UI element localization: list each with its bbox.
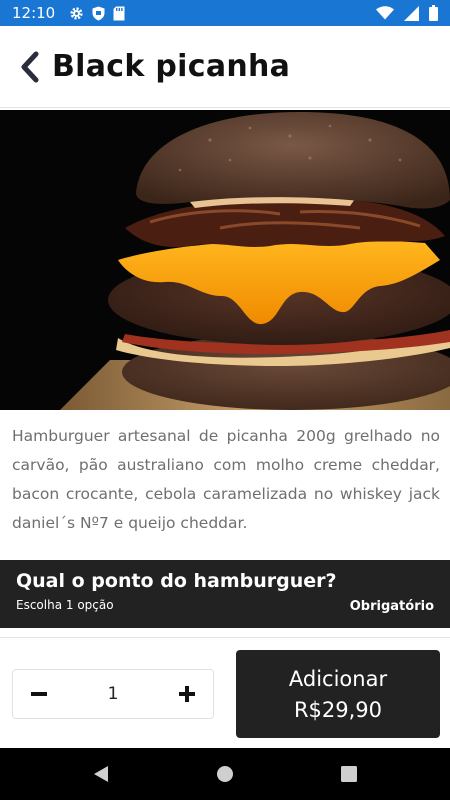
sd-card-icon	[113, 6, 125, 20]
battery-icon	[429, 5, 438, 21]
burger-photo	[0, 110, 450, 410]
decrement-button[interactable]	[27, 682, 51, 706]
page-title: Black picanha	[52, 49, 291, 84]
status-bar: 12:10	[0, 0, 450, 26]
signal-icon	[404, 5, 419, 21]
increment-button[interactable]	[175, 682, 199, 706]
add-button-label: Adicionar	[288, 667, 388, 691]
product-image	[0, 110, 450, 410]
quantity-stepper: 1	[12, 669, 214, 719]
nav-home-button[interactable]	[213, 762, 237, 786]
required-badge: Obrigatório	[349, 599, 434, 614]
nav-back-button[interactable]	[89, 762, 113, 786]
plus-icon	[178, 686, 195, 702]
status-time: 12:10	[12, 4, 56, 22]
gear-icon	[70, 6, 83, 20]
product-description: Hamburguer artesanal de picanha 200g gre…	[12, 427, 440, 532]
back-button[interactable]	[16, 49, 44, 85]
add-to-cart-button[interactable]: Adicionar R$29,90	[236, 650, 440, 738]
wifi-icon	[376, 6, 394, 20]
nav-recents-button[interactable]	[337, 762, 361, 786]
add-button-price: R$29,90	[293, 698, 383, 722]
minus-icon	[31, 692, 47, 696]
app-header: Black picanha	[0, 26, 450, 108]
back-triangle-icon	[94, 766, 108, 782]
system-nav-bar	[0, 748, 450, 800]
home-circle-icon	[217, 766, 233, 782]
quantity-value: 1	[107, 684, 119, 704]
shield-icon	[92, 6, 105, 20]
chevron-left-icon	[21, 51, 39, 82]
option-group-header: Qual o ponto do hamburguer? Escolha 1 op…	[0, 560, 450, 628]
option-group-title: Qual o ponto do hamburguer?	[16, 570, 337, 592]
divider	[0, 637, 450, 638]
recents-square-icon	[341, 766, 357, 782]
